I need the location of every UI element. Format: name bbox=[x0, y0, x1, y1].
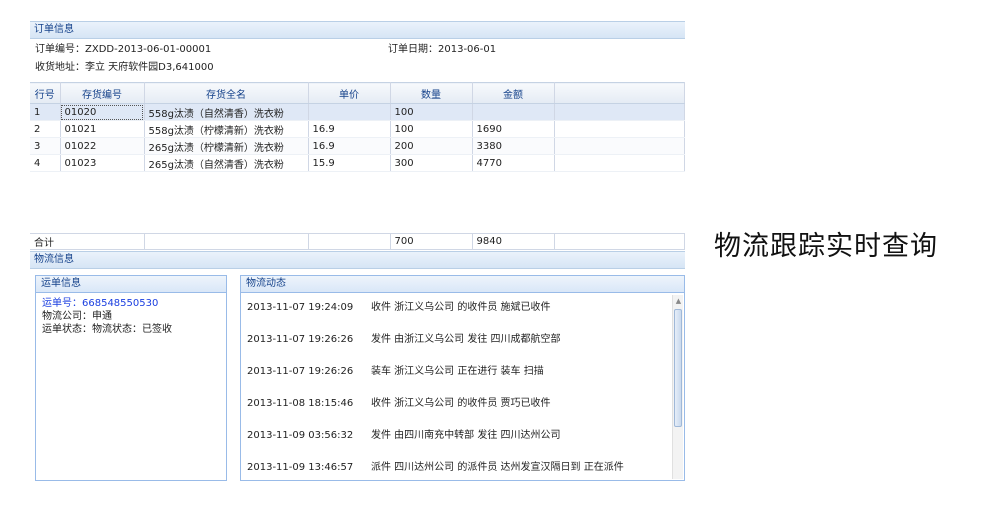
cell-line-no: 1 bbox=[30, 103, 61, 121]
cell-unit-price[interactable]: 16.9 bbox=[308, 120, 391, 138]
order-total-row: 合计 700 9840 bbox=[30, 233, 685, 250]
cell-quantity[interactable]: 100 bbox=[390, 120, 473, 138]
cell-amount[interactable]: 3380 bbox=[472, 137, 555, 155]
event-desc: 装车 浙江义乌公司 正在进行 装车 扫描 bbox=[371, 366, 544, 377]
cell-amount[interactable] bbox=[472, 103, 555, 121]
cell-item-code[interactable]: 01022 bbox=[60, 137, 145, 155]
table-row[interactable]: 1 01020 558g汰渍（自然清香）洗衣粉 100 bbox=[30, 103, 685, 121]
cell-quantity[interactable]: 300 bbox=[390, 154, 473, 172]
cell-amount[interactable]: 1690 bbox=[472, 120, 555, 138]
column-header-filler bbox=[554, 82, 685, 104]
cell-item-code[interactable]: 01023 bbox=[60, 154, 145, 172]
event-time: 2013-11-07 19:26:26 bbox=[247, 334, 354, 345]
column-header-item-name[interactable]: 存货全名 bbox=[144, 82, 309, 104]
column-header-amount[interactable]: 金额 bbox=[472, 82, 555, 104]
total-label: 合计 bbox=[30, 233, 145, 250]
order-number: 订单编号：ZXDD-2013-06-01-00001 bbox=[35, 44, 212, 55]
tracking-event: 2013-11-09 13:46:57 派件 四川达州公司 的派件员 达州发宣汉隔… bbox=[247, 458, 624, 473]
event-time: 2013-11-08 18:15:46 bbox=[247, 398, 354, 409]
order-info-header: 订单信息 bbox=[30, 21, 685, 39]
cell-line-no: 4 bbox=[30, 154, 61, 172]
tracking-event: 2013-11-07 19:26:26 发件 由浙江义乌公司 发往 四川成都航空部 bbox=[247, 330, 561, 345]
total-amount: 9840 bbox=[472, 233, 555, 250]
scrollbar-thumb[interactable] bbox=[674, 309, 682, 427]
tracking-event: 2013-11-08 18:15:46 收件 浙江义乌公司 的收件员 贾巧已收件 bbox=[247, 394, 551, 409]
waybill-status: 运单状态：物流状态：已签收 bbox=[42, 324, 172, 335]
cell-item-code[interactable]: 01020 bbox=[60, 103, 145, 121]
cell-unit-price[interactable]: 16.9 bbox=[308, 137, 391, 155]
order-date: 订单日期：2013-06-01 bbox=[388, 44, 497, 55]
table-row[interactable]: 4 01023 265g汰渍（自然清香）洗衣粉 15.9 300 4770 bbox=[30, 154, 685, 172]
table-row[interactable]: 3 01022 265g汰渍（柠檬清新）洗衣粉 16.9 200 3380 bbox=[30, 137, 685, 155]
cell-item-name[interactable]: 558g汰渍（柠檬清新）洗衣粉 bbox=[144, 120, 309, 138]
tracking-panel: 物流动态 2013-11-07 19:24:09 收件 浙江义乌公司 的收件员 施… bbox=[240, 275, 685, 481]
tracking-panel-title: 物流动态 bbox=[241, 276, 684, 293]
shipping-address: 收货地址：李立 天府软件园D3,641000 bbox=[35, 62, 214, 73]
cell-quantity[interactable]: 100 bbox=[390, 103, 473, 121]
total-row: 合计 700 9840 bbox=[30, 233, 685, 250]
cell-unit-price[interactable]: 15.9 bbox=[308, 154, 391, 172]
logistics-company: 物流公司：申通 bbox=[42, 311, 112, 322]
column-header-item-code[interactable]: 存货编号 bbox=[60, 82, 145, 104]
cell-line-no: 2 bbox=[30, 120, 61, 138]
event-time: 2013-11-07 19:26:26 bbox=[247, 366, 354, 377]
logistics-info-header: 物流信息 bbox=[30, 251, 685, 269]
event-time: 2013-11-09 13:46:57 bbox=[247, 462, 354, 473]
event-desc: 收件 浙江义乌公司 的收件员 贾巧已收件 bbox=[371, 398, 551, 409]
waybill-details: 运单号：668548550530 物流公司：申通 运单状态：物流状态：已签收 bbox=[36, 293, 226, 340]
cell-unit-price[interactable] bbox=[308, 103, 391, 121]
column-header-quantity[interactable]: 数量 bbox=[390, 82, 473, 104]
waybill-panel: 运单信息 运单号：668548550530 物流公司：申通 运单状态：物流状态：… bbox=[35, 275, 227, 481]
tracking-event: 2013-11-09 03:56:32 发件 由四川南充中转部 发往 四川达州公司 bbox=[247, 426, 561, 441]
cell-item-name[interactable]: 265g汰渍（自然清香）洗衣粉 bbox=[144, 154, 309, 172]
table-header-row: 行号 存货编号 存货全名 单价 数量 金额 bbox=[30, 82, 685, 104]
cell-quantity[interactable]: 200 bbox=[390, 137, 473, 155]
chevron-up-icon[interactable]: ▲ bbox=[673, 295, 684, 307]
event-desc: 发件 由四川南充中转部 发往 四川达州公司 bbox=[371, 430, 561, 441]
waybill-number-link[interactable]: 运单号：668548550530 bbox=[42, 297, 220, 310]
tracking-scrollbar[interactable]: ▲ bbox=[672, 295, 683, 479]
event-desc: 派件 四川达州公司 的派件员 达州发宣汉隔日到 正在派件 bbox=[371, 462, 624, 473]
event-desc: 发件 由浙江义乌公司 发往 四川成都航空部 bbox=[371, 334, 561, 345]
event-time: 2013-11-09 03:56:32 bbox=[247, 430, 354, 441]
order-items-table: 行号 存货编号 存货全名 单价 数量 金额 1 01020 558g汰渍（自然清… bbox=[30, 82, 685, 172]
event-desc: 收件 浙江义乌公司 的收件员 施斌已收件 bbox=[371, 302, 551, 313]
column-header-unit-price[interactable]: 单价 bbox=[308, 82, 391, 104]
column-header-line-no[interactable]: 行号 bbox=[30, 82, 61, 104]
total-quantity: 700 bbox=[390, 233, 473, 250]
cell-item-code[interactable]: 01021 bbox=[60, 120, 145, 138]
cell-amount[interactable]: 4770 bbox=[472, 154, 555, 172]
event-time: 2013-11-07 19:24:09 bbox=[247, 302, 354, 313]
page-side-title: 物流跟踪实时查询 bbox=[714, 231, 938, 262]
tracking-event: 2013-11-07 19:26:26 装车 浙江义乌公司 正在进行 装车 扫描 bbox=[247, 362, 544, 377]
cell-line-no: 3 bbox=[30, 137, 61, 155]
waybill-panel-title: 运单信息 bbox=[36, 276, 226, 293]
tracking-event: 2013-11-07 19:24:09 收件 浙江义乌公司 的收件员 施斌已收件 bbox=[247, 298, 551, 313]
table-row[interactable]: 2 01021 558g汰渍（柠檬清新）洗衣粉 16.9 100 1690 bbox=[30, 120, 685, 138]
cell-item-name[interactable]: 265g汰渍（柠檬清新）洗衣粉 bbox=[144, 137, 309, 155]
cell-item-name[interactable]: 558g汰渍（自然清香）洗衣粉 bbox=[144, 103, 309, 121]
